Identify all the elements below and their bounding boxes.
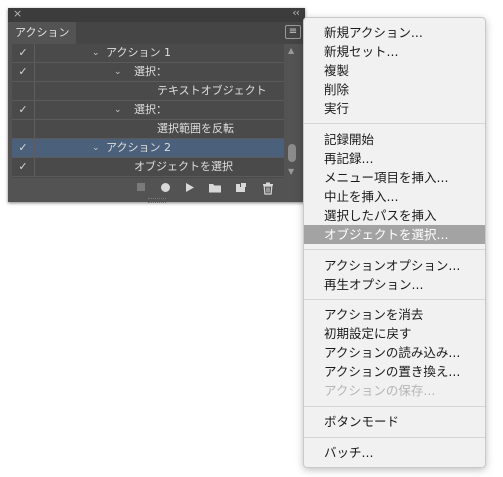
chevron-down-icon[interactable]: ⌄ <box>92 45 100 61</box>
scroll-down-icon[interactable]: ▼ <box>288 167 294 176</box>
list-item-label: アクション 2 <box>106 141 171 154</box>
menu-item-play[interactable]: 実行 <box>304 99 485 118</box>
list-item-label: 選択： <box>134 65 167 78</box>
divider <box>34 44 35 62</box>
menu-item-select-object[interactable]: オブジェクトを選択... <box>304 225 485 244</box>
menu-item-reset-actions[interactable]: 初期設定に戻す <box>304 324 485 343</box>
panel-titlebar: × ‹‹ <box>8 6 305 22</box>
menu-item-action-options[interactable]: アクションオプション... <box>304 256 485 275</box>
folder-icon[interactable] <box>208 182 222 195</box>
divider <box>34 82 35 100</box>
divider <box>34 63 35 81</box>
chevron-down-icon[interactable]: ⌄ <box>92 140 100 156</box>
panel-flyout-menu: 新規アクション... 新規セット... 複製 削除 実行 記録開始 再記録...… <box>303 17 486 468</box>
list-item-label: オブジェクトを選択 <box>134 160 233 173</box>
menu-item-playback-options[interactable]: 再生オプション... <box>304 275 485 294</box>
collapse-icon[interactable]: ‹‹ <box>292 6 300 19</box>
panel-tabstrip: アクション ≡ <box>8 22 305 44</box>
toggle-item-check[interactable]: ✓ <box>12 158 34 176</box>
menu-item-clear-actions[interactable]: アクションを消去 <box>304 305 485 324</box>
toggle-item-check[interactable]: ✓ <box>12 101 34 119</box>
menu-item-insert-selected-path[interactable]: 選択したパスを挿入 <box>304 206 485 225</box>
menu-separator <box>304 406 485 407</box>
actions-panel: × ‹‹ アクション ≡ ✓ ⌄ アクション 1 ✓ ⌄ 選択： テキストオブジ… <box>8 6 305 203</box>
toggle-item-check[interactable]: ✓ <box>12 139 34 157</box>
menu-separator <box>304 123 485 124</box>
chevron-down-icon[interactable]: ⌄ <box>114 64 122 80</box>
menu-item-batch[interactable]: バッチ... <box>304 443 485 462</box>
toggle-item-check[interactable]: ✓ <box>12 63 34 81</box>
scrollbar-thumb[interactable] <box>288 144 296 162</box>
record-icon[interactable] <box>160 182 171 195</box>
new-action-icon[interactable] <box>235 182 247 195</box>
menu-item-replace-actions[interactable]: アクションの置き換え... <box>304 362 485 381</box>
menu-separator <box>304 437 485 438</box>
scroll-up-icon[interactable]: ▲ <box>288 46 294 55</box>
resize-grip[interactable] <box>148 198 166 203</box>
divider <box>34 139 35 157</box>
menu-separator <box>304 249 485 250</box>
list-item[interactable]: ✓ オブジェクトを選択 <box>12 158 284 177</box>
list-item[interactable]: ✓ ⌄ 選択： <box>12 101 284 120</box>
trash-icon[interactable] <box>262 182 274 197</box>
list-item[interactable]: テキストオブジェクト <box>12 82 284 101</box>
list-item-label: アクション 1 <box>106 46 171 59</box>
list-item[interactable]: 選択範囲を反転 <box>12 120 284 139</box>
actions-list: ✓ ⌄ アクション 1 ✓ ⌄ 選択： テキストオブジェクト ✓ ⌄ 選択： 選… <box>12 44 284 178</box>
menu-item-new-action[interactable]: 新規アクション... <box>304 23 485 42</box>
panel-toolbar <box>8 178 305 198</box>
menu-item-new-set[interactable]: 新規セット... <box>304 42 485 61</box>
menu-item-button-mode[interactable]: ボタンモード <box>304 412 485 431</box>
toggle-item-check[interactable] <box>12 120 34 138</box>
stop-icon[interactable] <box>136 182 146 194</box>
menu-item-delete[interactable]: 削除 <box>304 80 485 99</box>
list-item[interactable]: ✓ ⌄ アクション 1 <box>12 44 284 63</box>
menu-item-record-again[interactable]: 再記録... <box>304 149 485 168</box>
list-item-selected[interactable]: ✓ ⌄ アクション 2 <box>12 139 284 158</box>
divider <box>34 158 35 176</box>
menu-item-insert-menu-item[interactable]: メニュー項目を挿入... <box>304 168 485 187</box>
list-item-label: 選択： <box>134 103 167 116</box>
list-scrollbar[interactable]: ▲ ▼ <box>286 44 298 178</box>
toggle-item-check[interactable] <box>12 82 34 100</box>
list-item-label: 選択範囲を反転 <box>157 122 234 135</box>
divider <box>34 120 35 138</box>
menu-item-duplicate[interactable]: 複製 <box>304 61 485 80</box>
chevron-down-icon[interactable]: ⌄ <box>114 102 122 118</box>
menu-separator <box>304 299 485 300</box>
play-icon[interactable] <box>185 182 195 195</box>
menu-item-insert-stop[interactable]: 中止を挿入... <box>304 187 485 206</box>
list-item-label: テキストオブジェクト <box>157 84 267 97</box>
divider <box>34 101 35 119</box>
panel-menu-button[interactable]: ≡ <box>285 25 301 39</box>
menu-item-load-actions[interactable]: アクションの読み込み... <box>304 343 485 362</box>
menu-item-start-recording[interactable]: 記録開始 <box>304 130 485 149</box>
menu-item-save-actions: アクションの保存... <box>324 383 436 398</box>
tab-actions[interactable]: アクション <box>8 22 76 44</box>
list-item[interactable]: ✓ ⌄ 選択： <box>12 63 284 82</box>
close-icon[interactable]: × <box>13 7 22 20</box>
toggle-item-check[interactable]: ✓ <box>12 44 34 62</box>
